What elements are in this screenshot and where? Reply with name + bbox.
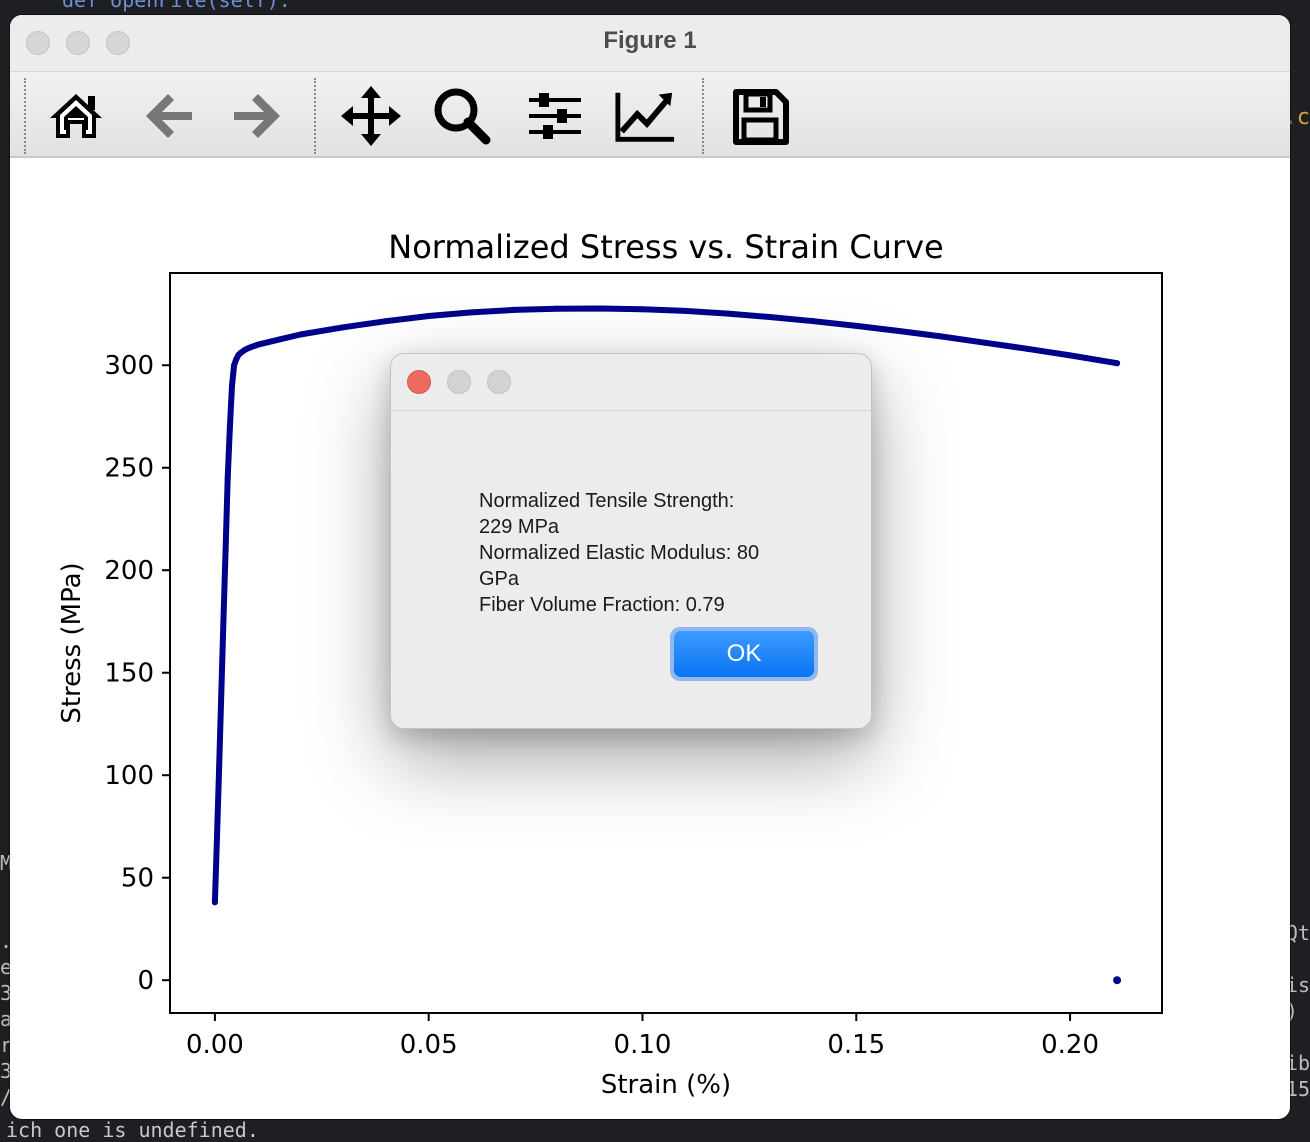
data-point	[231, 362, 237, 368]
data-point	[255, 342, 261, 348]
background-terminal-line: ich one is undefined.	[6, 1118, 259, 1142]
home-button[interactable]	[44, 84, 108, 148]
toolbar-separator	[702, 78, 704, 154]
zoom-icon	[430, 84, 494, 148]
y-tick-label: 150	[104, 659, 154, 689]
data-point	[468, 309, 474, 315]
data-point	[982, 340, 988, 346]
y-tick-label: 0	[137, 966, 154, 996]
data-point	[216, 762, 222, 768]
data-point	[511, 307, 517, 313]
data-point	[225, 475, 231, 481]
navigation-toolbar	[10, 72, 1290, 158]
background-code-line: def openFile(self):	[62, 0, 291, 12]
data-point	[214, 834, 220, 840]
data-point	[639, 306, 645, 312]
data-point	[554, 306, 560, 312]
toolbar-separator	[314, 78, 316, 154]
dialog-message-line: Normalized Elastic Modulus: 80	[479, 540, 829, 566]
y-tick-label: 300	[104, 351, 154, 381]
dialog-message: Normalized Tensile Strength: 229 MPa Nor…	[479, 488, 829, 618]
data-point	[597, 305, 603, 311]
dialog-titlebar	[391, 354, 871, 411]
y-tick-label: 100	[104, 761, 154, 791]
data-point	[297, 331, 303, 337]
edit-axes-button[interactable]	[614, 84, 678, 148]
forward-button[interactable]	[226, 84, 290, 148]
data-point	[1024, 346, 1030, 352]
y-tick-label: 50	[121, 864, 154, 894]
data-point	[1114, 360, 1120, 366]
pan-icon	[339, 84, 403, 148]
data-point	[223, 547, 229, 553]
message-dialog: Normalized Tensile Strength: 229 MPa Nor…	[390, 353, 872, 729]
home-icon	[46, 86, 106, 146]
y-tick-label: 250	[104, 454, 154, 484]
window-titlebar: Figure 1	[10, 15, 1290, 72]
data-point	[218, 690, 224, 696]
data-point	[340, 324, 346, 330]
zoom-button[interactable]	[430, 84, 494, 148]
x-tick-label: 0.10	[614, 1030, 672, 1060]
chart-title: Normalized Stress vs. Strain Curve	[388, 228, 943, 266]
data-point	[725, 311, 731, 317]
data-point	[212, 899, 218, 905]
data-point	[229, 383, 235, 389]
outlier-point	[1113, 976, 1121, 984]
data-point	[768, 314, 774, 320]
ok-button[interactable]: OK	[674, 631, 814, 677]
data-point	[227, 424, 233, 430]
data-point	[383, 318, 389, 324]
forward-arrow-icon	[228, 86, 288, 146]
pan-button[interactable]	[339, 84, 403, 148]
save-figure-button[interactable]	[728, 84, 792, 148]
x-axis-label: Strain (%)	[601, 1070, 731, 1100]
x-tick-label: 0.05	[400, 1030, 458, 1060]
configure-subplots-button[interactable]	[523, 84, 587, 148]
dialog-close-button[interactable]	[407, 370, 431, 394]
data-point	[896, 328, 902, 334]
data-point	[220, 618, 226, 624]
data-point	[276, 337, 282, 343]
ok-button-focus-ring: OK	[670, 627, 818, 681]
back-arrow-icon	[138, 86, 198, 146]
sliders-icon	[523, 84, 587, 148]
dialog-message-line: 229 MPa	[479, 514, 829, 540]
dialog-message-line: Normalized Tensile Strength:	[479, 488, 829, 514]
data-point	[939, 334, 945, 340]
data-point	[811, 318, 817, 324]
x-tick-label: 0.15	[827, 1030, 885, 1060]
y-axis-label: Stress (MPa)	[57, 562, 87, 723]
back-button[interactable]	[136, 84, 200, 148]
window-title: Figure 1	[10, 27, 1290, 55]
x-tick-label: 0.20	[1041, 1030, 1099, 1060]
dialog-message-line: Fiber Volume Fraction: 0.79	[479, 592, 829, 618]
y-tick-label: 200	[104, 556, 154, 586]
line-chart-icon	[614, 84, 678, 148]
data-point	[682, 308, 688, 314]
dialog-message-line: GPa	[479, 566, 829, 592]
x-tick-label: 0.00	[186, 1030, 244, 1060]
toolbar-grip	[24, 78, 26, 154]
dialog-minimize-button[interactable]	[447, 370, 471, 394]
data-point	[1067, 352, 1073, 358]
dialog-zoom-button[interactable]	[487, 370, 511, 394]
data-point	[426, 313, 432, 319]
data-point	[246, 345, 252, 351]
floppy-disk-icon	[730, 86, 790, 146]
data-point	[853, 323, 859, 329]
